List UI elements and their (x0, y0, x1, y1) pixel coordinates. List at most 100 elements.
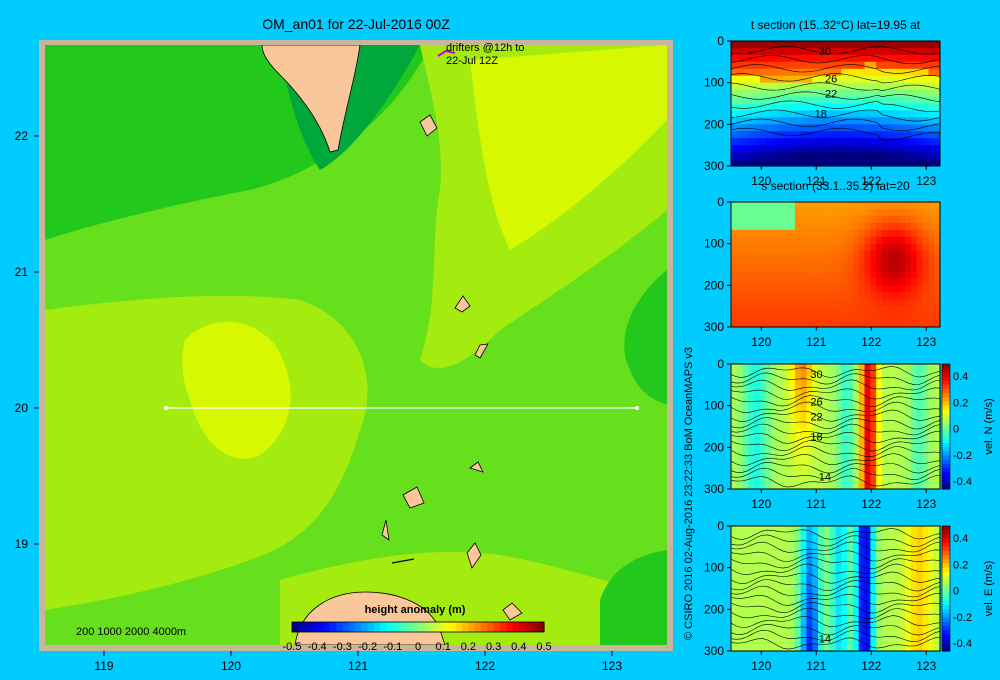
section-cell (765, 257, 773, 265)
section-cell (777, 539, 784, 548)
section-cell (800, 412, 807, 421)
section-cell (893, 159, 900, 167)
section-cell (870, 623, 877, 631)
section-cell (841, 250, 848, 259)
section-cell (910, 426, 918, 434)
section-cell (800, 306, 807, 314)
colorbar-swatch (525, 622, 532, 632)
section-cell (806, 447, 813, 455)
section-cell (864, 202, 871, 210)
section-cell (777, 405, 784, 414)
section-cell (881, 202, 889, 210)
section-cell (876, 364, 883, 372)
colorbar-swatch (304, 622, 312, 632)
section-cell (928, 131, 935, 139)
section-cell (765, 110, 773, 118)
section-cell (887, 117, 895, 125)
section-cell (754, 271, 761, 279)
section-cell (887, 222, 895, 231)
velocity-colorbar-tick: 0.4 (953, 371, 968, 383)
section-cell (887, 278, 895, 286)
section-cell (916, 257, 924, 265)
section-cell (893, 616, 900, 624)
section-cell (910, 546, 918, 555)
section-cell (771, 602, 778, 610)
section-cell (760, 222, 767, 231)
section-cell (794, 278, 802, 286)
colorbar-swatch (342, 622, 350, 632)
section-cell (736, 75, 744, 84)
section-cell (754, 588, 761, 596)
section-cell (777, 124, 784, 132)
section-x-tick: 120 (751, 335, 771, 349)
section-cell (870, 398, 877, 407)
section-cell (899, 264, 906, 272)
section-cell (806, 588, 813, 596)
section-cell (870, 159, 877, 167)
section-cell (736, 68, 744, 77)
section-cell (910, 285, 918, 293)
section-cell (806, 41, 813, 49)
section-cell (876, 468, 883, 476)
section-cell (818, 138, 825, 146)
section-cell (858, 250, 866, 259)
section-cell (928, 433, 935, 441)
section-cell (823, 440, 831, 448)
section-cell (835, 299, 842, 307)
section-cell (754, 637, 761, 645)
section-cell (789, 152, 796, 160)
section-cell (852, 278, 860, 286)
section-cell (887, 285, 895, 293)
section-cell (852, 61, 860, 70)
section-cell (910, 398, 918, 407)
section-cell (818, 229, 825, 238)
section-cell (742, 440, 749, 448)
section-cell (765, 215, 773, 224)
section-cell (881, 320, 889, 328)
section-cell (771, 588, 778, 596)
section-cell (823, 391, 831, 400)
section-cell (789, 546, 796, 555)
section-cell (858, 229, 866, 238)
velocity-colorbar-swatch (942, 472, 950, 478)
section-cell (870, 581, 877, 589)
section-cell (887, 567, 895, 576)
section-cell (771, 243, 778, 252)
section-cell (841, 271, 848, 279)
section-cell (910, 41, 918, 49)
section-cell (835, 320, 842, 328)
section-cell (910, 364, 918, 372)
section-x-tick: 123 (916, 174, 936, 188)
section-cell (783, 75, 790, 84)
section-cell (910, 138, 918, 146)
section-cell (829, 229, 836, 238)
section-cell (818, 526, 825, 534)
section-cell (887, 202, 895, 210)
section-cell (905, 264, 912, 272)
section-cell (777, 236, 784, 245)
section-cell (800, 313, 807, 321)
section-cell (870, 433, 877, 441)
section-cell (731, 539, 738, 548)
section-cell (905, 202, 912, 210)
section-cell (910, 271, 918, 279)
section-cell (928, 285, 935, 293)
section-cell (887, 546, 895, 555)
section-cell (870, 278, 877, 286)
section-cell (731, 75, 738, 84)
section-cell (812, 236, 819, 245)
section-cell (783, 299, 790, 307)
section-cell (928, 419, 935, 427)
section-cell (771, 595, 778, 603)
section-cell (881, 644, 889, 652)
section-cell (783, 61, 790, 70)
section-y-tick: 100 (704, 561, 724, 575)
section-cell (731, 82, 738, 91)
section-y-tick: 200 (704, 278, 724, 292)
section-cell (899, 117, 906, 125)
section-cell (847, 208, 854, 217)
section-cell (841, 461, 848, 469)
section-cell (818, 320, 825, 328)
section-cell (887, 364, 895, 372)
section-cell (852, 285, 860, 293)
